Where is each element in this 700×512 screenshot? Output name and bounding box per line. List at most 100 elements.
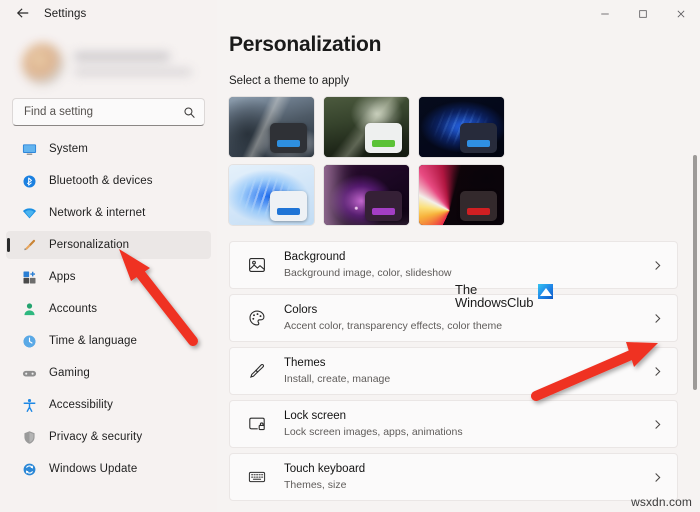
minimize-button[interactable]	[586, 0, 624, 28]
settings-row-lock-screen[interactable]: Lock screen Lock screen images, apps, an…	[229, 400, 678, 448]
sidebar-item-accessibility[interactable]: Accessibility	[6, 391, 211, 419]
search-input[interactable]	[24, 106, 183, 118]
wifi-icon	[20, 204, 38, 222]
theme-accent-swatch	[467, 208, 490, 215]
theme-thumbnail[interactable]	[229, 165, 314, 225]
settings-row-themes[interactable]: Themes Install, create, manage	[229, 347, 678, 395]
sidebar-item-label: Network & internet	[49, 207, 146, 219]
lock-screen-icon	[246, 413, 268, 435]
update-icon	[20, 460, 38, 478]
theme-preview-card	[460, 123, 497, 153]
bluetooth-icon	[20, 172, 38, 190]
theme-thumbnail[interactable]	[419, 165, 504, 225]
sidebar-item-label: Time & language	[49, 335, 138, 347]
paintbrush-icon	[246, 360, 268, 382]
sidebar-nav: System Bluetooth & devices Network & int…	[0, 135, 217, 483]
close-button[interactable]	[662, 0, 700, 28]
settings-row-text: Lock screen Lock screen images, apps, an…	[284, 410, 652, 438]
apps-icon	[20, 268, 38, 286]
settings-row-title: Colors	[284, 303, 318, 316]
theme-gallery	[229, 97, 678, 225]
settings-row-subtitle: Themes, size	[284, 478, 347, 491]
sidebar-item-personalization[interactable]: Personalization	[6, 231, 211, 259]
title-bar: Settings	[0, 0, 700, 28]
sidebar-item-apps[interactable]: Apps	[6, 263, 211, 291]
settings-row-title: Background	[284, 250, 346, 263]
theme-accent-swatch	[277, 140, 300, 147]
settings-row-subtitle: Install, create, manage	[284, 372, 391, 385]
avatar	[22, 43, 64, 85]
profile-email	[74, 68, 192, 76]
settings-row-text: Background Background image, color, slid…	[284, 251, 652, 279]
settings-row-text: Touch keyboard Themes, size	[284, 463, 652, 491]
sidebar-item-privacy-security[interactable]: Privacy & security	[6, 423, 211, 451]
theme-thumbnail[interactable]	[229, 97, 314, 157]
accessibility-icon	[20, 396, 38, 414]
sidebar-item-bluetooth-devices[interactable]: Bluetooth & devices	[6, 167, 211, 195]
settings-row-background[interactable]: Background Background image, color, slid…	[229, 241, 678, 289]
settings-row-title: Themes	[284, 356, 326, 369]
profile-text	[74, 52, 192, 76]
clock-icon	[20, 332, 38, 350]
person-icon	[20, 300, 38, 318]
settings-row-colors[interactable]: Colors Accent color, transparency effect…	[229, 294, 678, 342]
chevron-right-icon[interactable]	[652, 313, 663, 324]
window-controls	[586, 0, 700, 28]
palette-icon	[246, 307, 268, 329]
theme-thumbnail[interactable]	[324, 97, 409, 157]
settings-row-title: Touch keyboard	[284, 462, 366, 475]
theme-section-label: Select a theme to apply	[229, 75, 350, 87]
paintbrush-icon	[20, 236, 38, 254]
theme-preview-card	[365, 123, 402, 153]
theme-preview-card	[270, 191, 307, 221]
settings-row-title: Lock screen	[284, 409, 347, 422]
vertical-scrollbar[interactable]	[693, 155, 697, 390]
theme-preview-card	[270, 123, 307, 153]
keyboard-icon	[246, 466, 268, 488]
chevron-right-icon[interactable]	[652, 472, 663, 483]
sidebar-item-system[interactable]: System	[6, 135, 211, 163]
theme-preview-card	[365, 191, 402, 221]
theme-thumbnail[interactable]	[324, 165, 409, 225]
sidebar-item-accounts[interactable]: Accounts	[6, 295, 211, 323]
settings-row-subtitle: Lock screen images, apps, animations	[284, 425, 463, 438]
chevron-right-icon[interactable]	[652, 419, 663, 430]
sidebar-item-gaming[interactable]: Gaming	[6, 359, 211, 387]
chevron-right-icon[interactable]	[652, 366, 663, 377]
sidebar-item-label: Accounts	[49, 303, 98, 315]
picture-icon	[246, 254, 268, 276]
settings-row-subtitle: Accent color, transparency effects, colo…	[284, 319, 503, 332]
theme-accent-swatch	[467, 140, 490, 147]
back-button[interactable]	[8, 2, 38, 26]
sidebar-item-label: Bluetooth & devices	[49, 175, 153, 187]
page-title: Personalization	[229, 33, 382, 56]
gamepad-icon	[20, 364, 38, 382]
sidebar-item-network-internet[interactable]: Network & internet	[6, 199, 211, 227]
theme-accent-swatch	[372, 140, 395, 147]
theme-preview-card	[460, 191, 497, 221]
back-arrow-icon	[16, 6, 30, 23]
theme-thumbnail[interactable]	[419, 97, 504, 157]
sidebar-item-label: Personalization	[49, 239, 130, 251]
profile-name	[74, 52, 170, 61]
search-box[interactable]	[12, 98, 205, 126]
settings-row-subtitle: Background image, color, slideshow	[284, 266, 452, 279]
maximize-button[interactable]	[624, 0, 662, 28]
settings-row-touch-keyboard[interactable]: Touch keyboard Themes, size	[229, 453, 678, 501]
chevron-right-icon[interactable]	[652, 260, 663, 271]
sidebar-item-label: Privacy & security	[49, 431, 143, 443]
settings-row-text: Colors Accent color, transparency effect…	[284, 304, 652, 332]
main-content: Personalization Select a theme to apply	[217, 0, 700, 512]
monitor-icon	[20, 140, 38, 158]
settings-list: Background Background image, color, slid…	[229, 241, 678, 501]
user-profile[interactable]	[22, 34, 207, 94]
app-title: Settings	[44, 8, 87, 20]
search-icon[interactable]	[183, 106, 196, 119]
settings-row-text: Themes Install, create, manage	[284, 357, 652, 385]
sidebar-item-label: Windows Update	[49, 463, 138, 475]
sidebar-item-windows-update[interactable]: Windows Update	[6, 455, 211, 483]
sidebar-item-label: Accessibility	[49, 399, 113, 411]
sidebar-item-time-language[interactable]: Time & language	[6, 327, 211, 355]
theme-accent-swatch	[372, 208, 395, 215]
sidebar-item-label: System	[49, 143, 88, 155]
